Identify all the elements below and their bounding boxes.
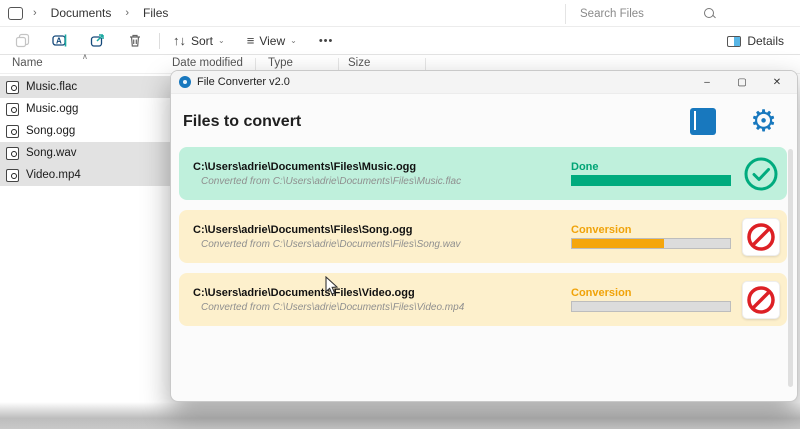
source-path: Converted from C:\Users\adrie\Documents\… <box>201 175 462 187</box>
title-bar[interactable]: File Converter v2.0 – ▢ ✕ <box>171 71 797 94</box>
sort-label: Sort <box>191 33 214 48</box>
maximize-button[interactable]: ▢ <box>736 77 748 88</box>
file-name: Song.ogg <box>26 125 76 137</box>
conversion-item: C:\Users\adrie\Documents\Files\Music.ogg… <box>179 147 787 200</box>
file-name: Music.ogg <box>26 103 79 115</box>
conversion-item: C:\Users\adrie\Documents\Files\Song.ogg … <box>179 210 787 263</box>
file-name: Video.mp4 <box>26 169 81 181</box>
more-options-button[interactable]: ••• <box>312 32 341 50</box>
file-row[interactable]: Music.ogg <box>0 98 170 120</box>
progress-bar <box>571 301 731 312</box>
view-lines-icon: ≡ <box>246 33 255 48</box>
conversion-list: C:\Users\adrie\Documents\Files\Music.ogg… <box>171 141 797 326</box>
cancel-conversion-button[interactable] <box>742 217 780 256</box>
column-header-type[interactable]: Type <box>268 57 293 69</box>
progress-bar <box>571 238 731 249</box>
prohibition-icon <box>747 222 775 251</box>
file-converter-window: File Converter v2.0 – ▢ ✕ Files to conve… <box>170 70 798 402</box>
share-button[interactable] <box>83 30 113 51</box>
file-row[interactable]: Song.ogg <box>0 120 170 142</box>
media-file-icon <box>6 80 19 94</box>
scrollbar[interactable] <box>788 149 793 387</box>
status-label: Conversion <box>571 287 632 299</box>
window-bottom-shadow <box>0 402 800 429</box>
file-name: Music.flac <box>26 81 78 93</box>
file-row[interactable]: Music.flac <box>0 76 170 98</box>
progress-bar <box>571 175 731 186</box>
rename-icon: A <box>52 34 67 47</box>
prohibition-icon <box>747 285 775 314</box>
source-path: Converted from C:\Users\adrie\Documents\… <box>201 238 461 250</box>
window-title: File Converter v2.0 <box>197 76 290 88</box>
file-name: Song.wav <box>26 147 77 159</box>
search-placeholder: Search Files <box>580 8 644 20</box>
search-input[interactable]: Search Files <box>565 4 720 24</box>
close-button[interactable]: ✕ <box>771 77 783 88</box>
minimize-button[interactable]: – <box>701 77 713 88</box>
search-icon <box>704 8 716 20</box>
settings-button[interactable]: ⚙ <box>750 106 777 136</box>
file-row[interactable]: Song.wav <box>0 142 170 164</box>
media-file-icon <box>6 146 19 160</box>
success-check-icon <box>744 157 778 190</box>
view-button[interactable]: ≡ View ⌄ <box>240 31 304 51</box>
details-button[interactable]: Details <box>721 31 790 51</box>
rename-button[interactable]: A <box>45 30 75 51</box>
details-pane-icon <box>727 35 742 47</box>
toolbar-divider <box>159 32 160 49</box>
source-path: Converted from C:\Users\adrie\Documents\… <box>201 301 465 313</box>
conversion-log-button[interactable] <box>690 108 717 135</box>
breadcrumb-item-documents[interactable]: Documents <box>47 4 116 22</box>
media-file-icon <box>6 124 19 138</box>
chevron-right-icon: › <box>125 7 130 19</box>
chevron-down-icon: ⌄ <box>218 36 225 45</box>
file-list: Music.flac Music.ogg Song.ogg Song.wav V… <box>0 76 170 186</box>
view-label: View <box>259 33 286 48</box>
delete-button[interactable] <box>121 30 149 51</box>
copy-button[interactable] <box>8 30 37 51</box>
column-header-size[interactable]: Size <box>348 57 370 69</box>
column-header-date-modified[interactable]: Date modified <box>172 57 243 69</box>
file-row[interactable]: Video.mp4 <box>0 164 170 186</box>
trash-icon <box>130 34 140 47</box>
status-label: Done <box>571 161 599 173</box>
cancel-conversion-button[interactable] <box>742 280 780 319</box>
toolbar: A ↑↓ Sort ⌄ ≡ View ⌄ ••• <box>0 27 800 55</box>
app-icon <box>179 76 191 88</box>
sort-button[interactable]: ↑↓ Sort ⌄ <box>166 31 232 51</box>
sort-ascending-icon: ∧ <box>82 52 88 61</box>
svg-text:A: A <box>56 37 62 46</box>
media-file-icon <box>6 168 19 182</box>
share-icon <box>90 34 104 47</box>
screen: › Documents › Files Search Files A ↑↓ So… <box>0 0 800 429</box>
details-label: Details <box>747 34 784 48</box>
breadcrumb-item-files[interactable]: Files <box>139 4 172 22</box>
output-path: C:\Users\adrie\Documents\Files\Music.ogg <box>193 160 417 173</box>
sort-arrows-icon: ↑↓ <box>173 33 186 48</box>
column-header-name[interactable]: Name <box>12 57 43 69</box>
status-label: Conversion <box>571 224 632 236</box>
mouse-cursor <box>325 275 340 301</box>
output-path: C:\Users\adrie\Documents\Files\Song.ogg <box>193 223 413 236</box>
page-title: Files to convert <box>183 112 302 130</box>
copy-icon <box>15 33 30 48</box>
list-icon <box>694 111 697 130</box>
chevron-down-icon: ⌄ <box>290 36 297 45</box>
chevron-right-icon: › <box>33 7 37 19</box>
media-file-icon <box>6 102 19 116</box>
location-icon <box>8 6 23 20</box>
conversion-item: C:\Users\adrie\Documents\Files\Video.ogg… <box>179 273 787 326</box>
ellipsis-icon: ••• <box>318 34 334 47</box>
output-path: C:\Users\adrie\Documents\Files\Video.ogg <box>193 286 415 299</box>
